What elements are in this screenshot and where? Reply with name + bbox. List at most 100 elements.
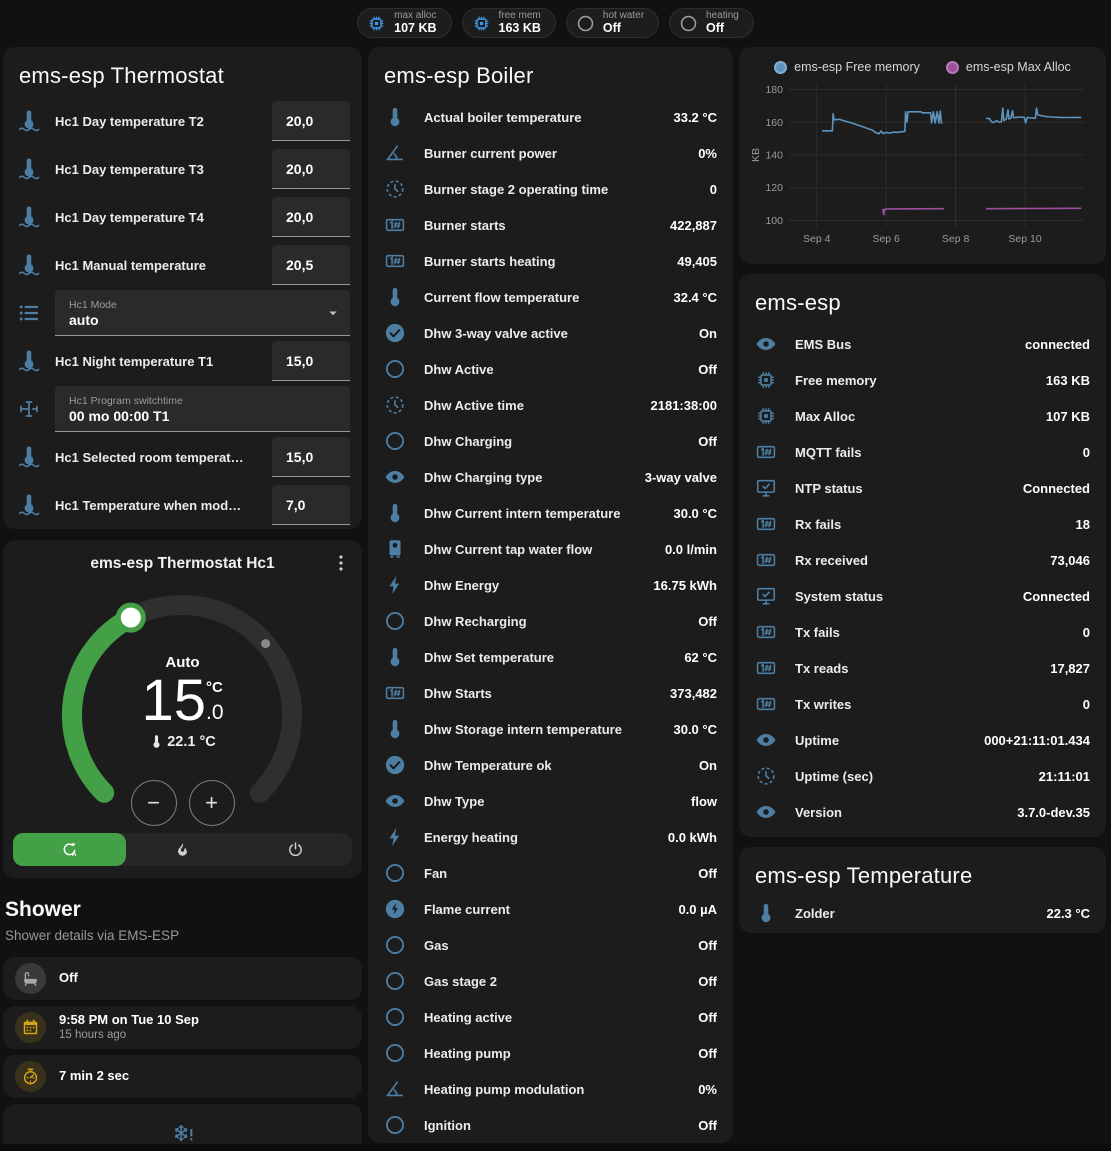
decrease-temp-button[interactable]: −	[131, 780, 177, 826]
eye-icon	[384, 466, 406, 488]
entity-row[interactable]: Dhw Active Off	[368, 351, 733, 387]
entity-row[interactable]: Hc1 Day temperature T4 20,0 Hc1 Day temp…	[3, 193, 362, 241]
legend-item[interactable]: ems-esp Max Alloc	[946, 60, 1071, 74]
counter-icon	[755, 513, 777, 535]
entity-label: Rx fails	[795, 517, 1076, 532]
entity-row[interactable]: Gas Off	[368, 927, 733, 963]
legend-item[interactable]: ems-esp Free memory	[774, 60, 920, 74]
entity-row[interactable]: Dhw Type flow	[368, 783, 733, 819]
entity-row[interactable]: Flame current 0.0 µA	[368, 891, 733, 927]
water-boiler-icon	[384, 538, 406, 560]
entity-row[interactable]: Dhw 3-way valve active On	[368, 315, 733, 351]
chip-value: 163 KB	[499, 22, 541, 35]
status-chip[interactable]: heating Off	[669, 8, 754, 38]
entity-row[interactable]: Dhw Current intern temperature 30.0 °C	[368, 495, 733, 531]
status-chip[interactable]: hot water Off	[566, 8, 659, 38]
entity-value: 0%	[698, 1082, 717, 1097]
entity-row[interactable]: Dhw Storage intern temperature 30.0 °C	[368, 711, 733, 747]
entity-row[interactable]: Hc1 Night temperature T1 15,0 Hc1 Night …	[3, 337, 362, 385]
entity-row[interactable]: Ignition Off	[368, 1107, 733, 1143]
entity-row[interactable]: System status Connected	[739, 578, 1106, 614]
entity-row[interactable]: NTP status Connected	[739, 470, 1106, 506]
entity-row[interactable]: Heating pump modulation 0%	[368, 1071, 733, 1107]
chip-value: Off	[706, 22, 739, 35]
entity-row[interactable]: MQTT fails 0	[739, 434, 1106, 470]
entity-row[interactable]: Heating active Off	[368, 999, 733, 1035]
entity-value: 16.75 kWh	[653, 578, 717, 593]
mode-auto-button[interactable]: A	[13, 833, 126, 866]
entity-row[interactable]: Hc1 Day temperature T2 20,0 Hc1 Day temp…	[3, 97, 362, 145]
dial-handle[interactable]	[118, 605, 143, 630]
entity-row[interactable]: Uptime (sec) 21:11:01	[739, 758, 1106, 794]
circle-outline-icon	[384, 610, 406, 632]
entity-row[interactable]: Rx received 73,046	[739, 542, 1106, 578]
entity-row[interactable]: Zolder 22.3 °C	[739, 895, 1106, 931]
entity-row[interactable]: Dhw Current tap water flow 0.0 l/min	[368, 531, 733, 567]
chevron-down-icon[interactable]	[324, 304, 342, 322]
shower-tile[interactable]: 7 min 2 sec	[3, 1055, 362, 1098]
entity-row[interactable]: Uptime 000+21:11:01.434	[739, 722, 1106, 758]
mode-heat-button[interactable]	[126, 833, 239, 866]
entity-row[interactable]: Dhw Charging type 3-way valve	[368, 459, 733, 495]
entity-value: Off	[698, 938, 717, 953]
entity-row[interactable]: Tx writes 0	[739, 686, 1106, 722]
entity-row[interactable]: Current flow temperature 32.4 °C	[368, 279, 733, 315]
counter-icon	[755, 657, 777, 679]
entity-row[interactable]: Hc1 Day temperature T3 20,0 Hc1 Day temp…	[3, 145, 362, 193]
entity-row[interactable]: Max Alloc 107 KB	[739, 398, 1106, 434]
entity-row[interactable]: Burner starts heating 49,405	[368, 243, 733, 279]
entity-row[interactable]: Dhw Active time 2181:38:00	[368, 387, 733, 423]
entity-row[interactable]: Burner stage 2 operating time 0	[368, 171, 733, 207]
shower-tile[interactable]: 9:58 PM on Tue 10 Sep 15 hours ago	[3, 1006, 362, 1049]
entity-row[interactable]: Fan Off	[368, 855, 733, 891]
entity-row[interactable]: Dhw Energy 16.75 kWh	[368, 567, 733, 603]
entity-row[interactable]: Heating pump Off	[368, 1035, 733, 1071]
entity-row[interactable]: Hc1 Temperature when mod… 7,0 Hc1 Temper…	[3, 481, 362, 529]
number-input[interactable]: 20,0	[272, 149, 350, 189]
esp-status-card: ems-esp EMS Bus connected Free memory 16…	[739, 274, 1106, 837]
entity-row[interactable]: Rx fails 18	[739, 506, 1106, 542]
entity-row[interactable]: Dhw Recharging Off	[368, 603, 733, 639]
entity-row[interactable]: Dhw Charging Off	[368, 423, 733, 459]
shower-tile[interactable]: Off	[3, 957, 362, 1000]
number-input[interactable]: 15,0	[272, 437, 350, 477]
entity-row[interactable]: Dhw Set temperature 62 °C	[368, 639, 733, 675]
entity-value: 373,482	[670, 686, 717, 701]
entity-row[interactable]: Burner current power 0%	[368, 135, 733, 171]
entity-row[interactable]: Dhw Starts 373,482	[368, 675, 733, 711]
entity-label: Dhw Starts	[424, 686, 670, 701]
entity-row[interactable]: Hc1 Program switchtime 00 mo 00:00 T1 Hc…	[3, 385, 362, 433]
number-input[interactable]: 7,0	[272, 485, 350, 525]
status-chip[interactable]: free mem 163 KB	[462, 8, 556, 38]
increase-temp-button[interactable]: +	[189, 780, 235, 826]
entity-label: Hc1 Day temperature T4	[55, 210, 272, 225]
entity-row[interactable]: Actual boiler temperature 33.2 °C	[368, 99, 733, 135]
entity-row[interactable]: Hc1 Selected room temperat… 15,0 Hc1 Sel…	[3, 433, 362, 481]
entity-row[interactable]: Burner starts 422,887	[368, 207, 733, 243]
entity-row[interactable]: Tx fails 0	[739, 614, 1106, 650]
entity-row[interactable]: EMS Bus connected	[739, 326, 1106, 362]
entity-row[interactable]: Free memory 163 KB	[739, 362, 1106, 398]
entity-row[interactable]: Version 3.7.0-dev.35	[739, 794, 1106, 830]
mode-off-button[interactable]	[239, 833, 352, 866]
entity-row[interactable]: Dhw Temperature ok On	[368, 747, 733, 783]
number-input[interactable]: 20,5	[272, 245, 350, 285]
value-field[interactable]: Hc1 Mode auto	[55, 290, 350, 336]
number-input[interactable]: 20,0	[272, 101, 350, 141]
thermostat-dial[interactable]	[5, 575, 360, 805]
number-input[interactable]: 20,0	[272, 197, 350, 237]
dots-vertical-icon[interactable]	[330, 552, 352, 574]
entity-label: Heating pump	[424, 1046, 698, 1061]
status-chip[interactable]: max alloc 107 KB	[357, 8, 451, 38]
entity-label: Burner current power	[424, 146, 698, 161]
entity-row[interactable]: Gas stage 2 Off	[368, 963, 733, 999]
entity-row[interactable]: Hc1 Manual temperature 20,5 Hc1 Manual t…	[3, 241, 362, 289]
entity-row[interactable]: Energy heating 0.0 kWh	[368, 819, 733, 855]
hvac-mode-bar: A	[13, 833, 352, 866]
number-input[interactable]: 15,0	[272, 341, 350, 381]
value-field[interactable]: Hc1 Program switchtime 00 mo 00:00 T1	[55, 386, 350, 432]
entity-value: On	[699, 326, 717, 341]
entity-row[interactable]: Tx reads 17,827	[739, 650, 1106, 686]
entity-row[interactable]: Hc1 Mode auto Hc1 Mode auto	[3, 289, 362, 337]
svg-text:Sep 4: Sep 4	[803, 233, 831, 245]
